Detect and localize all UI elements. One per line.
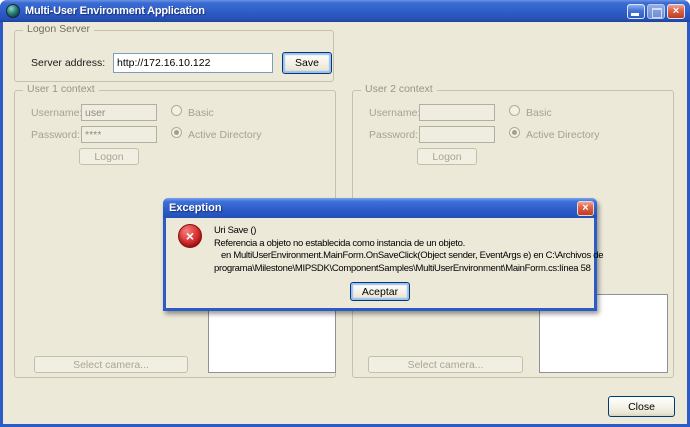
exception-message-line: en MultiUserEnvironment.MainForm.OnSaveC… xyxy=(214,250,603,263)
exception-dialog-title-bar[interactable]: Exception × xyxy=(163,198,597,218)
server-address-label: Server address: xyxy=(31,57,105,69)
window-title: Multi-User Environment Application xyxy=(25,5,205,17)
exception-message-line: programa\Milestone\MIPSDK\ComponentSampl… xyxy=(214,263,603,276)
title-bar[interactable]: Multi-User Environment Application × xyxy=(0,0,690,22)
exception-message: Uri Save () Referencia a objeto no estab… xyxy=(214,225,603,275)
logon-server-group-label: Logon Server xyxy=(23,23,94,35)
minimize-button[interactable] xyxy=(627,4,645,19)
exception-dialog-close-button[interactable]: × xyxy=(577,201,594,216)
user2-username-input xyxy=(419,104,495,121)
exception-message-line: Uri Save () xyxy=(214,225,603,238)
user2-active-directory-radio xyxy=(509,127,520,138)
app-icon xyxy=(6,4,20,18)
user2-logon-button: Logon xyxy=(417,148,477,165)
user2-select-camera-button: Select camera... xyxy=(368,356,523,373)
user1-password-input xyxy=(81,126,157,143)
user1-basic-radio-label: Basic xyxy=(188,107,214,119)
user1-password-label: Password: xyxy=(31,129,80,141)
exception-dialog-title: Exception xyxy=(169,202,222,214)
user2-password-label: Password: xyxy=(369,129,418,141)
user1-logon-button: Logon xyxy=(79,148,139,165)
logon-server-group: Logon Server Server address: Save xyxy=(14,30,334,82)
save-button[interactable]: Save xyxy=(282,52,332,74)
user1-select-camera-button: Select camera... xyxy=(34,356,188,373)
close-button[interactable]: Close xyxy=(608,396,675,417)
client-area: Logon Server Server address: Save User 1… xyxy=(3,22,687,424)
user2-active-directory-radio-label: Active Directory xyxy=(526,129,600,141)
user1-basic-radio xyxy=(171,105,182,116)
aceptar-button[interactable]: Aceptar xyxy=(350,282,410,301)
user1-active-directory-radio-label: Active Directory xyxy=(188,129,262,141)
user1-group-label: User 1 context xyxy=(23,83,99,95)
maximize-button xyxy=(647,4,665,19)
close-window-button[interactable]: × xyxy=(667,4,685,19)
user2-basic-radio-label: Basic xyxy=(526,107,552,119)
user2-password-input xyxy=(419,126,495,143)
user2-basic-radio xyxy=(509,105,520,116)
server-address-input[interactable] xyxy=(113,53,273,73)
exception-message-line: Referencia a objeto no establecida como … xyxy=(214,238,603,251)
exception-dialog: Exception × × Uri Save () Referencia a o… xyxy=(163,198,597,311)
user2-username-label: Username: xyxy=(369,107,420,119)
user1-username-label: Username: xyxy=(31,107,82,119)
user1-active-directory-radio xyxy=(171,127,182,138)
user2-group-label: User 2 context xyxy=(361,83,437,95)
user1-username-input xyxy=(81,104,157,121)
exception-dialog-content: × Uri Save () Referencia a objeto no est… xyxy=(166,218,594,308)
window-controls: × xyxy=(627,4,685,19)
main-window: Multi-User Environment Application × Log… xyxy=(0,0,690,427)
error-icon: × xyxy=(178,224,202,248)
